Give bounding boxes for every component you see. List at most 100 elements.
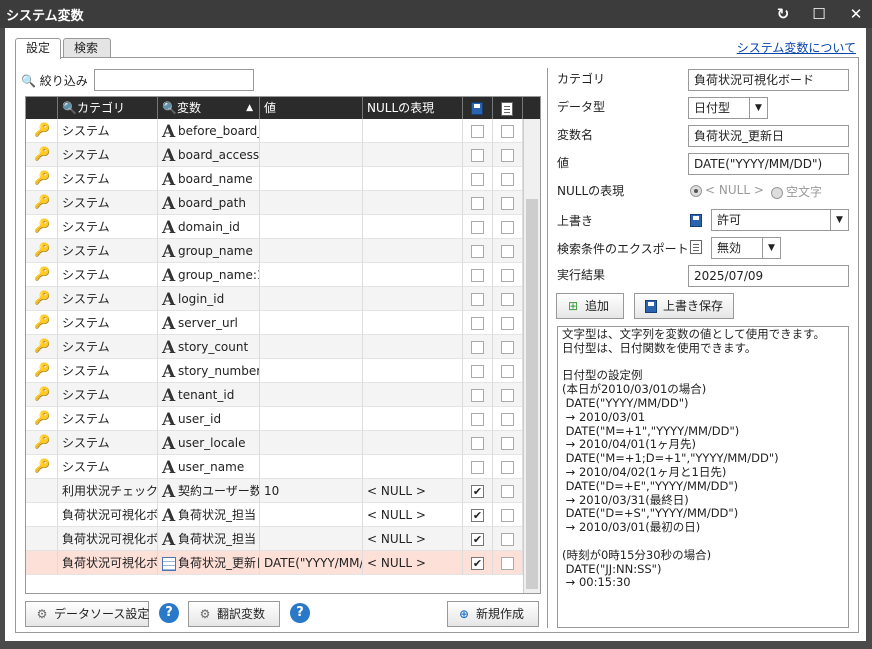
export-checkbox[interactable]	[501, 221, 514, 234]
overwrite-cell: ✔	[463, 551, 493, 575]
table-row[interactable]: 負荷状況可視化ボ A 負荷状況_担当 < NULL > ✔	[26, 503, 523, 527]
table-row[interactable]: 🔑 システム Aboard_path	[26, 191, 523, 215]
header-category[interactable]: 🔍カテゴリ	[58, 97, 158, 119]
export-select[interactable]: 無効 ▼	[711, 237, 781, 259]
header-variable[interactable]: 🔍変数 ▲	[158, 97, 260, 119]
translate-variables-button[interactable]: ⚙ 翻訳変数	[188, 601, 280, 627]
key-icon: 🔑	[34, 363, 51, 378]
export-checkbox[interactable]	[501, 389, 514, 402]
overwrite-checkbox[interactable]	[471, 245, 484, 258]
text-type-icon: A	[162, 385, 176, 406]
category-field[interactable]: 負荷状況可視化ボード	[688, 69, 849, 91]
export-checkbox[interactable]	[501, 485, 514, 498]
export-checkbox[interactable]	[501, 365, 514, 378]
overwrite-checkbox[interactable]	[471, 125, 484, 138]
overwrite-select[interactable]: 許可 ▼	[711, 209, 849, 231]
close-icon[interactable]: ✕	[845, 4, 867, 24]
tab-settings[interactable]: 設定	[15, 38, 61, 59]
table-row[interactable]: 🔑 システム Atenant_id	[26, 383, 523, 407]
export-cell	[493, 383, 523, 407]
overwrite-checkbox[interactable]	[471, 221, 484, 234]
overwrite-checkbox[interactable]	[471, 413, 484, 426]
table-row[interactable]: 負荷状況可視化ボ 負荷状況_更新日 DATE("YYYY/MM/< NULL > ✔	[26, 551, 523, 575]
variable-cell: Alogin_id	[158, 287, 260, 311]
overwrite-checkbox[interactable]: ✔	[471, 509, 484, 522]
export-checkbox[interactable]	[501, 557, 514, 570]
table-row[interactable]: 🔑 システム Auser_name	[26, 455, 523, 479]
save-icon	[643, 294, 659, 318]
export-checkbox[interactable]	[501, 125, 514, 138]
category-cell: システム	[58, 263, 158, 287]
overwrite-checkbox[interactable]	[471, 293, 484, 306]
export-checkbox[interactable]	[501, 341, 514, 354]
export-checkbox[interactable]	[501, 437, 514, 450]
overwrite-checkbox[interactable]	[471, 437, 484, 450]
table-row[interactable]: 🔑 システム Astory_count	[26, 335, 523, 359]
export-checkbox[interactable]	[501, 509, 514, 522]
scrollbar-thumb[interactable]	[526, 199, 538, 589]
export-checkbox[interactable]	[501, 317, 514, 330]
table-row[interactable]: 🔑 システム Adomain_id	[26, 215, 523, 239]
export-checkbox[interactable]	[501, 269, 514, 282]
table-row[interactable]: 🔑 システムAbefore_board_pa	[26, 119, 523, 143]
datatype-select[interactable]: 日付型 ▼	[688, 97, 768, 119]
overwrite-checkbox[interactable]	[471, 173, 484, 186]
overwrite-checkbox[interactable]	[471, 341, 484, 354]
varname-field[interactable]: 負荷状況_更新日	[688, 125, 849, 147]
filter-input[interactable]	[94, 69, 254, 91]
overwrite-checkbox[interactable]	[471, 197, 484, 210]
null-option-null[interactable]: < NULL >	[690, 183, 764, 197]
help-icon[interactable]: ?	[290, 603, 310, 623]
table-row[interactable]: 🔑 システム Auser_id	[26, 407, 523, 431]
export-checkbox[interactable]	[501, 197, 514, 210]
tab-search[interactable]: 検索	[63, 38, 111, 58]
maximize-icon[interactable]: ☐	[808, 4, 830, 24]
table-row[interactable]: 負荷状況可視化ボ A 負荷状況_担当 < NULL > ✔	[26, 527, 523, 551]
value-field[interactable]: DATE("YYYY/MM/DD")	[688, 153, 849, 175]
text-type-icon: A	[162, 505, 176, 526]
category-cell: システム	[58, 215, 158, 239]
table-row[interactable]: 🔑 システムAboard_access_u	[26, 143, 523, 167]
overwrite-checkbox[interactable]	[471, 149, 484, 162]
export-checkbox[interactable]	[501, 173, 514, 186]
table-row[interactable]: 🔑 システム Alogin_id	[26, 287, 523, 311]
category-cell: 負荷状況可視化ボ	[58, 503, 158, 527]
refresh-icon[interactable]: ↻	[772, 4, 794, 24]
table-row[interactable]: 🔑 システム Astory_number	[26, 359, 523, 383]
table-row[interactable]: 🔑 システム Auser_locale	[26, 431, 523, 455]
add-button[interactable]: ⊞ 追加	[556, 293, 624, 319]
table-row[interactable]: 🔑 システム Agroup_name:1	[26, 263, 523, 287]
header-null-repr[interactable]: NULLの表現	[363, 97, 463, 119]
table-row[interactable]: 🔑 システム Aboard_name	[26, 167, 523, 191]
null-option-empty[interactable]: 空文字	[771, 183, 822, 200]
table-row[interactable]: 🔑 システム Agroup_name	[26, 239, 523, 263]
overwrite-checkbox[interactable]: ✔	[471, 533, 484, 546]
header-export[interactable]	[493, 97, 523, 119]
key-col: 🔑	[26, 383, 58, 407]
help-link[interactable]: システム変数について	[737, 39, 856, 56]
table-row[interactable]: 利用状況チェックボーA契約ユーザー数10< NULL > ✔	[26, 479, 523, 503]
header-overwrite[interactable]	[463, 97, 493, 119]
overwrite-checkbox[interactable]	[471, 365, 484, 378]
export-checkbox[interactable]	[501, 461, 514, 474]
overwrite-checkbox[interactable]	[471, 461, 484, 474]
datasource-settings-button[interactable]: ⚙ データソース設定	[25, 601, 149, 627]
key-col: 🔑	[26, 455, 58, 479]
overwrite-checkbox[interactable]: ✔	[471, 485, 484, 498]
export-checkbox[interactable]	[501, 149, 514, 162]
export-checkbox[interactable]	[501, 413, 514, 426]
overwrite-checkbox[interactable]: ✔	[471, 557, 484, 570]
table-row[interactable]: 🔑 システム Aserver_url	[26, 311, 523, 335]
help-icon[interactable]: ?	[159, 603, 179, 623]
header-value[interactable]: 値	[260, 97, 363, 119]
new-button[interactable]: ⊕ 新規作成	[447, 601, 539, 627]
overwrite-checkbox[interactable]	[471, 269, 484, 282]
overwrite-checkbox[interactable]	[471, 389, 484, 402]
export-checkbox[interactable]	[501, 533, 514, 546]
variable-cell: Astory_number	[158, 359, 260, 383]
export-checkbox[interactable]	[501, 245, 514, 258]
export-checkbox[interactable]	[501, 293, 514, 306]
overwrite-save-button[interactable]: 上書き保存	[634, 293, 734, 319]
vertical-scrollbar[interactable]	[523, 119, 540, 593]
overwrite-checkbox[interactable]	[471, 317, 484, 330]
